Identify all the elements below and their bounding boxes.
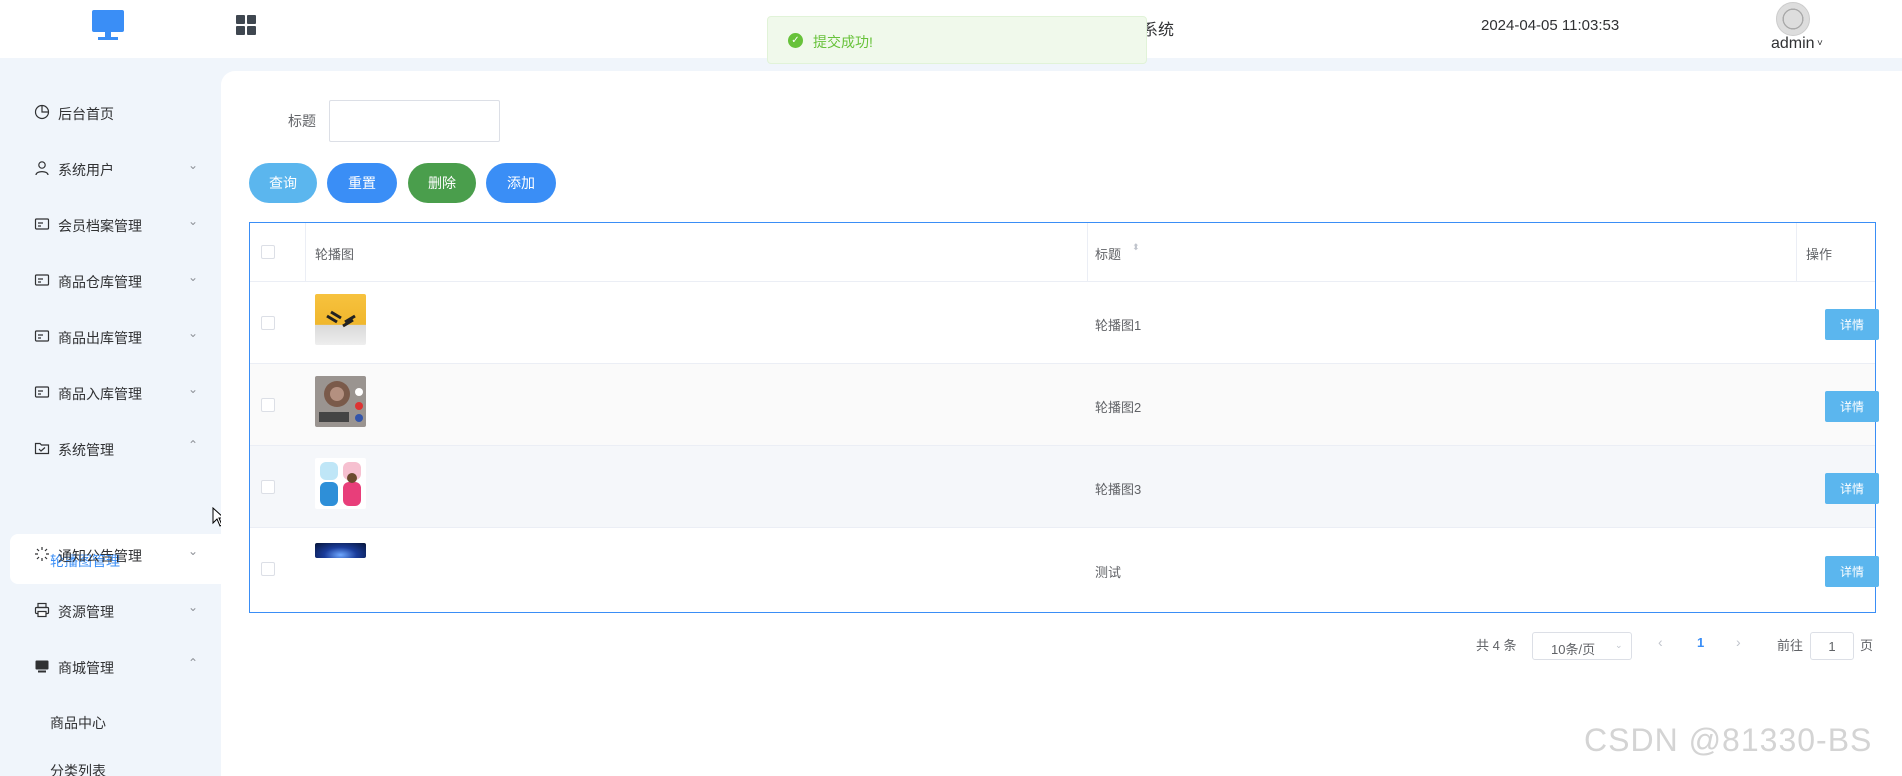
loading-icon <box>35 547 49 561</box>
prev-page-button[interactable]: ‹ <box>1658 634 1663 650</box>
search-title-label: 标题 <box>288 113 316 129</box>
csdn-watermark: CSDN @81330-BS <box>1584 722 1873 758</box>
page-size-label: 10条/页 <box>1551 642 1596 657</box>
carousel-thumbnail-image <box>315 376 366 427</box>
row-title: 轮播图1 <box>1095 318 1142 333</box>
sidebar-item-label: 商品仓库管理 <box>58 274 142 290</box>
card-icon <box>34 386 50 398</box>
sidebar-item-label: 商品出库管理 <box>58 330 142 346</box>
chevron-down-icon: ⌄ <box>188 158 199 172</box>
sidebar-subitem-product-center[interactable]: 商品中心 <box>50 713 106 733</box>
add-button[interactable]: 添加 <box>486 163 556 203</box>
row-checkbox[interactable] <box>261 480 275 494</box>
sidebar-item-label: 商品入库管理 <box>58 386 142 402</box>
card-icon <box>34 274 50 286</box>
card-icon <box>34 218 50 230</box>
check-circle-icon: ✓ <box>788 33 803 48</box>
printer-icon <box>34 602 50 618</box>
sidebar: 后台首页 系统用户 ⌄ 会员档案管理 ⌄ 商品仓库管理 ⌄ 商品出库管理 ⌄ 商… <box>0 58 221 776</box>
search-title-input[interactable] <box>329 100 500 142</box>
sidebar-item-label: 系统用户 <box>58 162 114 178</box>
row-checkbox[interactable] <box>261 316 275 330</box>
carousel-thumbnail-image <box>315 294 366 345</box>
avatar[interactable] <box>1776 2 1810 36</box>
sidebar-item-label: 通知公告管理 <box>58 548 142 564</box>
goto-page-input[interactable] <box>1810 632 1854 660</box>
column-header-image: 轮播图 <box>315 247 355 262</box>
chevron-down-icon: ⌄ <box>188 544 199 558</box>
carousel-thumbnail-image <box>315 543 366 558</box>
reset-button[interactable]: 重置 <box>327 163 397 203</box>
sidebar-item-label: 会员档案管理 <box>58 218 142 234</box>
sidebar-item-warehouse[interactable]: 商品仓库管理 ⌄ <box>0 260 221 300</box>
sidebar-item-system-users[interactable]: 系统用户 ⌄ <box>0 148 221 188</box>
sidebar-item-system-management[interactable]: 系统管理 ⌃ <box>0 428 221 468</box>
sidebar-item-label: 后台首页 <box>58 106 114 122</box>
table-row: 测试 详情 <box>250 528 1879 612</box>
table-row: 轮播图3 详情 <box>250 446 1879 528</box>
sidebar-item-label: 商城管理 <box>58 660 114 676</box>
sidebar-item-label: 系统管理 <box>58 442 114 458</box>
delete-button[interactable]: 删除 <box>408 163 476 203</box>
pagination-total: 共 4 条 <box>1476 638 1517 653</box>
detail-button[interactable]: 详情 <box>1825 473 1879 504</box>
row-checkbox[interactable] <box>261 398 275 412</box>
sidebar-item-member-archive[interactable]: 会员档案管理 ⌄ <box>0 204 221 244</box>
table-row: 轮播图2 详情 <box>250 364 1879 446</box>
monitor-icon <box>35 660 49 673</box>
carousel-thumbnail-image <box>315 458 366 509</box>
detail-button[interactable]: 详情 <box>1825 309 1879 340</box>
carousel-table: 轮播图 标题 ⬍ 操作 轮播图1 详情 轮播图2 详情 轮播图3 详情 测试 详… <box>249 222 1879 613</box>
select-all-checkbox[interactable] <box>261 245 275 259</box>
card-icon <box>34 330 50 342</box>
row-title: 轮播图2 <box>1095 400 1142 415</box>
menu-grid-icon[interactable] <box>236 15 256 35</box>
sort-icon[interactable]: ⬍ <box>1132 243 1140 252</box>
detail-button[interactable]: 详情 <box>1825 391 1879 422</box>
toast-message: 提交成功! <box>813 34 873 50</box>
success-toast: ✓ 提交成功! <box>767 16 1147 64</box>
chevron-down-icon: ⌄ <box>188 270 199 284</box>
sidebar-item-label: 资源管理 <box>58 604 114 620</box>
table-header-row: 轮播图 标题 ⬍ 操作 <box>250 223 1875 282</box>
next-page-button[interactable]: › <box>1736 634 1741 650</box>
chevron-down-icon: ⌄ <box>1615 640 1623 650</box>
query-button[interactable]: 查询 <box>249 163 317 203</box>
chevron-down-icon: ⌄ <box>188 214 199 228</box>
sidebar-item-dashboard[interactable]: 后台首页 <box>0 92 221 132</box>
sidebar-item-notice[interactable]: 通知公告管理 ⌄ <box>0 534 221 574</box>
sidebar-item-outbound[interactable]: 商品出库管理 ⌄ <box>0 316 221 356</box>
chevron-down-icon: ⌄ <box>188 326 199 340</box>
table-row: 轮播图1 详情 <box>250 282 1879 364</box>
username[interactable]: admin <box>1771 35 1815 53</box>
chevron-up-icon: ⌃ <box>188 438 199 452</box>
monitor-logo-icon <box>92 10 124 42</box>
chevron-down-icon: ⌄ <box>188 600 199 614</box>
chevron-down-icon: ⌄ <box>188 382 199 396</box>
main-panel: 标题 查询 重置 删除 添加 轮播图 标题 ⬍ 操作 轮播图1 详情 轮播图2 … <box>221 71 1902 776</box>
row-title: 轮播图3 <box>1095 482 1142 497</box>
row-checkbox[interactable] <box>261 562 275 576</box>
sidebar-item-inbound[interactable]: 商品入库管理 ⌄ <box>0 372 221 412</box>
column-header-title[interactable]: 标题 <box>1095 244 1121 263</box>
goto-label: 前往 <box>1777 638 1804 653</box>
sidebar-subitem-category-list[interactable]: 分类列表 <box>50 761 106 776</box>
user-icon <box>35 161 49 176</box>
sidebar-item-mall[interactable]: 商城管理 ⌃ <box>0 646 221 686</box>
column-header-actions: 操作 <box>1806 247 1833 262</box>
detail-button[interactable]: 详情 <box>1825 556 1879 587</box>
dashboard-icon <box>34 104 50 120</box>
folder-icon <box>34 442 50 455</box>
row-title: 测试 <box>1095 565 1122 580</box>
chevron-down-icon[interactable]: ˅ <box>1817 38 1823 49</box>
current-datetime: 2024-04-05 11:03:53 <box>1481 17 1620 34</box>
page-number-current[interactable]: 1 <box>1697 635 1704 650</box>
goto-suffix-label: 页 <box>1860 638 1874 653</box>
sidebar-item-resources[interactable]: 资源管理 ⌄ <box>0 590 221 630</box>
page-size-select[interactable]: 10条/页 ⌄ <box>1532 632 1632 660</box>
chevron-up-icon: ⌃ <box>188 656 199 670</box>
